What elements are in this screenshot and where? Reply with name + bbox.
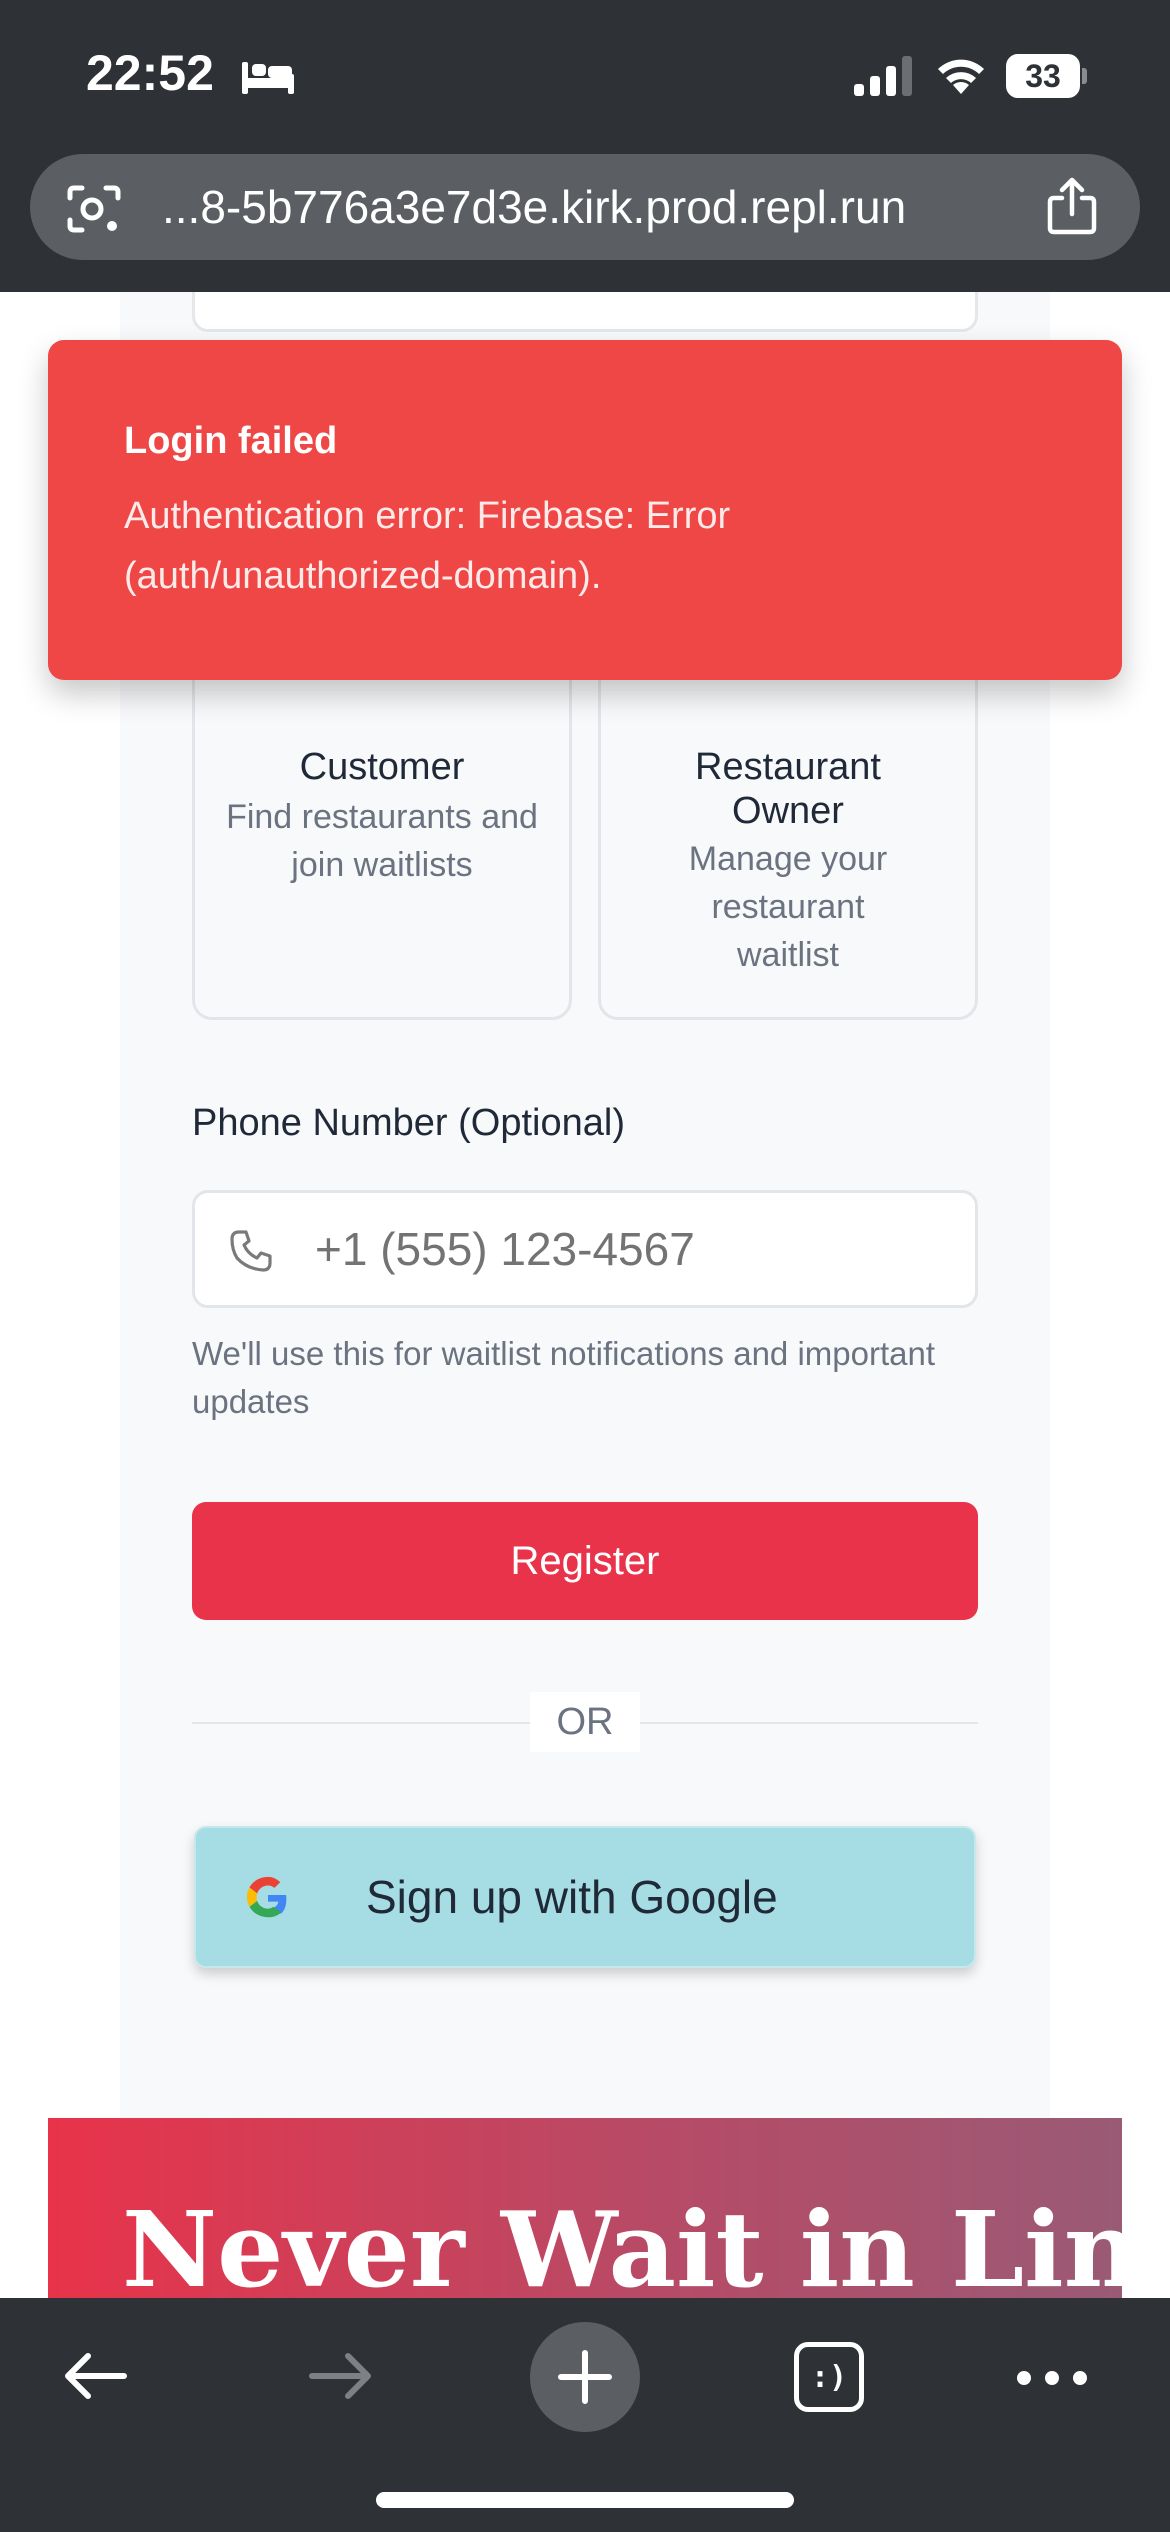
toast-title: Login failed	[124, 420, 338, 462]
previous-input-field[interactable]	[192, 292, 978, 332]
phone-number-label: Phone Number (Optional)	[192, 1102, 625, 1144]
sleep-focus-icon	[242, 62, 294, 94]
google-signup-button[interactable]: Sign up with Google	[194, 1826, 976, 1968]
wifi-icon	[938, 59, 984, 94]
toast-message: Authentication error: Firebase: Error (a…	[124, 495, 731, 597]
role-description-customer: Find restaurants and join waitlists	[226, 798, 538, 884]
google-signup-label: Sign up with Google	[366, 1871, 778, 1923]
role-title-customer: Customer	[299, 746, 465, 788]
role-description-restaurant-owner: Manage your restaurant waitlist	[688, 840, 888, 974]
battery-cap	[1082, 68, 1087, 84]
plus-icon	[558, 2350, 612, 2404]
or-divider-label: OR	[530, 1692, 640, 1752]
battery-level: 33	[1025, 57, 1061, 94]
address-bar[interactable]: ...8-5b776a3e7d3e.kirk.prod.repl.run	[30, 154, 1140, 260]
new-tab-button[interactable]	[530, 2322, 640, 2432]
url-text[interactable]: ...8-5b776a3e7d3e.kirk.prod.repl.run	[162, 180, 1042, 236]
error-toast[interactable]: Login failed Authentication error: Fireb…	[48, 340, 1122, 680]
home-indicator[interactable]	[376, 2492, 794, 2508]
more-options-icon[interactable]	[1014, 2358, 1090, 2398]
back-arrow-icon[interactable]	[58, 2338, 134, 2414]
battery-indicator: 33	[1006, 54, 1087, 98]
share-icon[interactable]	[1044, 176, 1100, 236]
divider-line-right	[640, 1722, 978, 1724]
tab-switcher-button[interactable]: :)	[794, 2342, 864, 2412]
cellular-signal-icon	[854, 56, 912, 96]
google-logo-icon	[246, 1876, 287, 1918]
phone-number-input[interactable]	[315, 1213, 935, 1285]
browser-bottom-toolbar: :)	[0, 2298, 1170, 2532]
phone-number-help-text: We'll use this for waitlist notification…	[192, 1335, 936, 1420]
divider-line-left	[192, 1722, 530, 1724]
phone-number-field[interactable]	[192, 1190, 978, 1308]
role-title-restaurant-owner: Restaurant Owner	[695, 746, 881, 832]
browser-top-chrome: 22:52 33 ...8-5b776a3e7d3e.kirk.prod.rep…	[0, 0, 1170, 292]
lens-icon[interactable]	[66, 184, 122, 234]
status-time: 22:52	[86, 45, 214, 101]
register-button[interactable]: Register	[192, 1502, 978, 1620]
forward-arrow-icon[interactable]	[302, 2338, 378, 2414]
battery-body: 33	[1006, 54, 1080, 98]
hero-title: Never Wait in Line	[122, 2188, 1122, 2298]
phone-icon	[230, 1230, 272, 1272]
hero-banner: Never Wait in Line	[48, 2118, 1122, 2298]
